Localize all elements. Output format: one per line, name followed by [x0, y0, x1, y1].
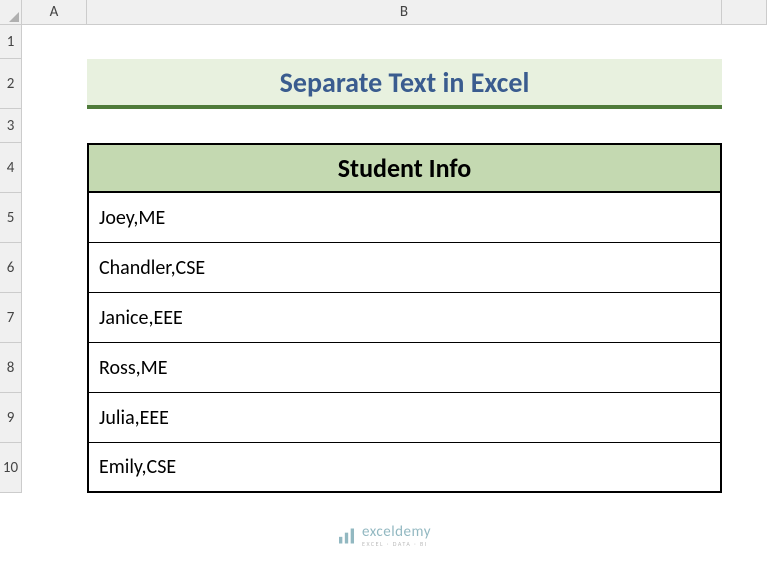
row-header-9[interactable]: 9 — [0, 393, 21, 443]
row-header-1[interactable]: 1 — [0, 25, 21, 59]
table-row[interactable]: Ross,ME — [87, 343, 722, 393]
row-header-10[interactable]: 10 — [0, 443, 21, 493]
column-header-end[interactable] — [722, 0, 767, 24]
select-all-button[interactable] — [0, 0, 22, 25]
chart-icon — [336, 526, 356, 546]
column-header-a[interactable]: A — [22, 0, 87, 24]
column-header-b[interactable]: B — [87, 0, 722, 24]
watermark-sub: EXCEL · DATA · BI — [362, 541, 431, 547]
row-header-3[interactable]: 3 — [0, 109, 21, 143]
row-headers: 1 2 3 4 5 6 7 8 9 10 — [0, 25, 22, 493]
table-row[interactable]: Emily,CSE — [87, 443, 722, 493]
watermark-text: exceldemy EXCEL · DATA · BI — [362, 525, 431, 547]
table-row[interactable]: Julia,EEE — [87, 393, 722, 443]
watermark-main: exceldemy — [362, 525, 431, 540]
table-row[interactable]: Joey,ME — [87, 193, 722, 243]
table-row[interactable]: Janice,EEE — [87, 293, 722, 343]
row-header-4[interactable]: 4 — [0, 143, 21, 193]
table-header[interactable]: Student Info — [87, 143, 722, 193]
row-header-5[interactable]: 5 — [0, 193, 21, 243]
row-header-6[interactable]: 6 — [0, 243, 21, 293]
column-headers: A B — [22, 0, 767, 25]
row-header-2[interactable]: 2 — [0, 59, 21, 109]
watermark: exceldemy EXCEL · DATA · BI — [336, 525, 431, 547]
row-header-8[interactable]: 8 — [0, 343, 21, 393]
title-cell[interactable]: Separate Text in Excel — [87, 59, 722, 109]
row-header-7[interactable]: 7 — [0, 293, 21, 343]
data-table: Student Info Joey,ME Chandler,CSE Janice… — [87, 143, 722, 493]
table-row[interactable]: Chandler,CSE — [87, 243, 722, 293]
